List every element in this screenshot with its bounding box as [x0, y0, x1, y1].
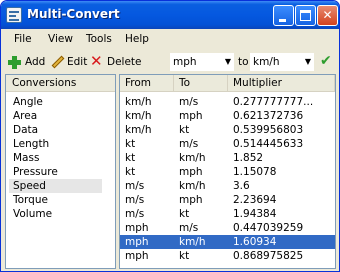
cell-from: mph: [125, 222, 149, 234]
chevron-down-icon: ▼: [224, 57, 231, 66]
title-bar[interactable]: Multi-Convert ✕: [1, 1, 339, 29]
minimize-button[interactable]: [273, 5, 294, 26]
delete-button[interactable]: ✕ Delete: [90, 52, 142, 71]
list-item-speed[interactable]: Speed: [9, 179, 102, 193]
column-header-from[interactable]: From: [120, 75, 174, 92]
menu-view[interactable]: View: [48, 33, 73, 45]
list-item-length[interactable]: Length: [9, 137, 102, 151]
cell-multiplier: 1.15078: [233, 166, 277, 178]
conversions-header[interactable]: Conversions: [6, 75, 115, 92]
cell-multiplier: 1.852: [233, 152, 264, 164]
table-row[interactable]: kt mph 1.15078: [120, 165, 335, 179]
menu-file[interactable]: File: [14, 33, 32, 45]
cell-multiplier: 0.447039259: [233, 222, 304, 234]
list-item-mass[interactable]: Mass: [9, 151, 102, 165]
chevron-down-icon: ▼: [304, 57, 311, 66]
list-item-pressure[interactable]: Pressure: [9, 165, 102, 179]
cell-from: kt: [125, 166, 136, 178]
table-row[interactable]: mph m/s 0.447039259: [120, 221, 335, 235]
cell-to: mph: [179, 110, 203, 122]
close-button[interactable]: ✕: [317, 5, 338, 26]
to-label: to: [238, 56, 249, 68]
list-item-area[interactable]: Area: [9, 109, 102, 123]
column-header-to[interactable]: To: [174, 75, 228, 92]
table-row[interactable]: km/h kt 0.539956803: [120, 123, 335, 137]
cell-from: km/h: [125, 110, 152, 122]
add-button[interactable]: Add: [8, 53, 48, 71]
apply-check-icon[interactable]: ✔: [320, 54, 334, 68]
cell-multiplier: 0.514445633: [233, 138, 304, 150]
cell-to: km/h: [179, 236, 206, 248]
menu-help[interactable]: Help: [125, 33, 149, 45]
cell-from: mph: [125, 236, 149, 248]
cell-to: m/s: [179, 138, 199, 150]
table-row[interactable]: km/h m/s 0.277777777...: [120, 95, 335, 109]
list-item-angle[interactable]: Angle: [9, 95, 102, 109]
window-title: Multi-Convert: [27, 7, 120, 21]
cell-multiplier: 0.277777777...: [233, 96, 314, 108]
cell-multiplier: 0.868975825: [233, 250, 304, 262]
delete-label: Delete: [107, 56, 142, 68]
maximize-icon: [300, 10, 311, 21]
delete-icon: ✕: [90, 52, 103, 70]
cell-multiplier: 1.94384: [233, 208, 277, 220]
table-row[interactable]: m/s km/h 3.6: [120, 179, 335, 193]
main-window: Multi-Convert ✕ File View Tools Help Add…: [0, 0, 340, 272]
cell-multiplier: 0.539956803: [233, 124, 304, 136]
cell-multiplier: 0.621372736: [233, 110, 304, 122]
cell-from: km/h: [125, 96, 152, 108]
conversions-list[interactable]: Conversions Angle Area Data Length Mass …: [5, 74, 116, 269]
edit-button[interactable]: Edit: [50, 53, 88, 71]
cell-to: kt: [179, 124, 190, 136]
cell-to: km/h: [179, 152, 206, 164]
table-row[interactable]: m/s mph 2.23694: [120, 193, 335, 207]
table-row[interactable]: kt m/s 0.514445633: [120, 137, 335, 151]
pencil-icon: [51, 55, 65, 69]
minimize-icon: [279, 19, 286, 22]
cell-to: kt: [179, 208, 190, 220]
close-icon: ✕: [322, 8, 333, 22]
cell-from: km/h: [125, 124, 152, 136]
cell-multiplier: 3.6: [233, 180, 250, 192]
menu-bar: File View Tools Help: [4, 30, 336, 48]
maximize-button[interactable]: [295, 5, 316, 26]
plus-icon: [8, 56, 21, 69]
from-unit-value: mph: [173, 56, 197, 68]
conversion-table[interactable]: From To Multiplier km/h m/s 0.277777777.…: [119, 74, 336, 269]
cell-from: mph: [125, 250, 149, 262]
edit-label: Edit: [67, 56, 88, 68]
cell-to: km/h: [179, 180, 206, 192]
list-item-torque[interactable]: Torque: [9, 193, 102, 207]
cell-to: kt: [179, 250, 190, 262]
cell-to: m/s: [179, 222, 199, 234]
table-row[interactable]: kt km/h 1.852: [120, 151, 335, 165]
cell-from: m/s: [125, 180, 145, 192]
list-item-volume[interactable]: Volume: [9, 207, 102, 221]
add-label: Add: [25, 56, 46, 68]
cell-from: m/s: [125, 194, 145, 206]
app-icon: [6, 7, 22, 23]
cell-from: kt: [125, 138, 136, 150]
cell-multiplier: 1.60934: [233, 236, 277, 248]
list-item-data[interactable]: Data: [9, 123, 102, 137]
cell-from: kt: [125, 152, 136, 164]
cell-multiplier: 2.23694: [233, 194, 277, 206]
cell-to: m/s: [179, 96, 199, 108]
to-unit-value: km/h: [253, 56, 280, 68]
toolbar: Add Edit ✕ Delete mph ▼ to km/h ▼ ✔: [4, 50, 336, 74]
table-row[interactable]: m/s kt 1.94384: [120, 207, 335, 221]
menu-tools[interactable]: Tools: [86, 33, 112, 45]
to-unit-select[interactable]: km/h ▼: [250, 53, 314, 71]
table-row[interactable]: mph kt 0.868975825: [120, 249, 335, 263]
table-row-selected[interactable]: mph km/h 1.60934: [120, 235, 335, 249]
table-row[interactable]: km/h mph 0.621372736: [120, 109, 335, 123]
column-header-multiplier[interactable]: Multiplier: [228, 75, 335, 92]
cell-from: m/s: [125, 208, 145, 220]
cell-to: mph: [179, 194, 203, 206]
cell-to: mph: [179, 166, 203, 178]
from-unit-select[interactable]: mph ▼: [170, 53, 234, 71]
